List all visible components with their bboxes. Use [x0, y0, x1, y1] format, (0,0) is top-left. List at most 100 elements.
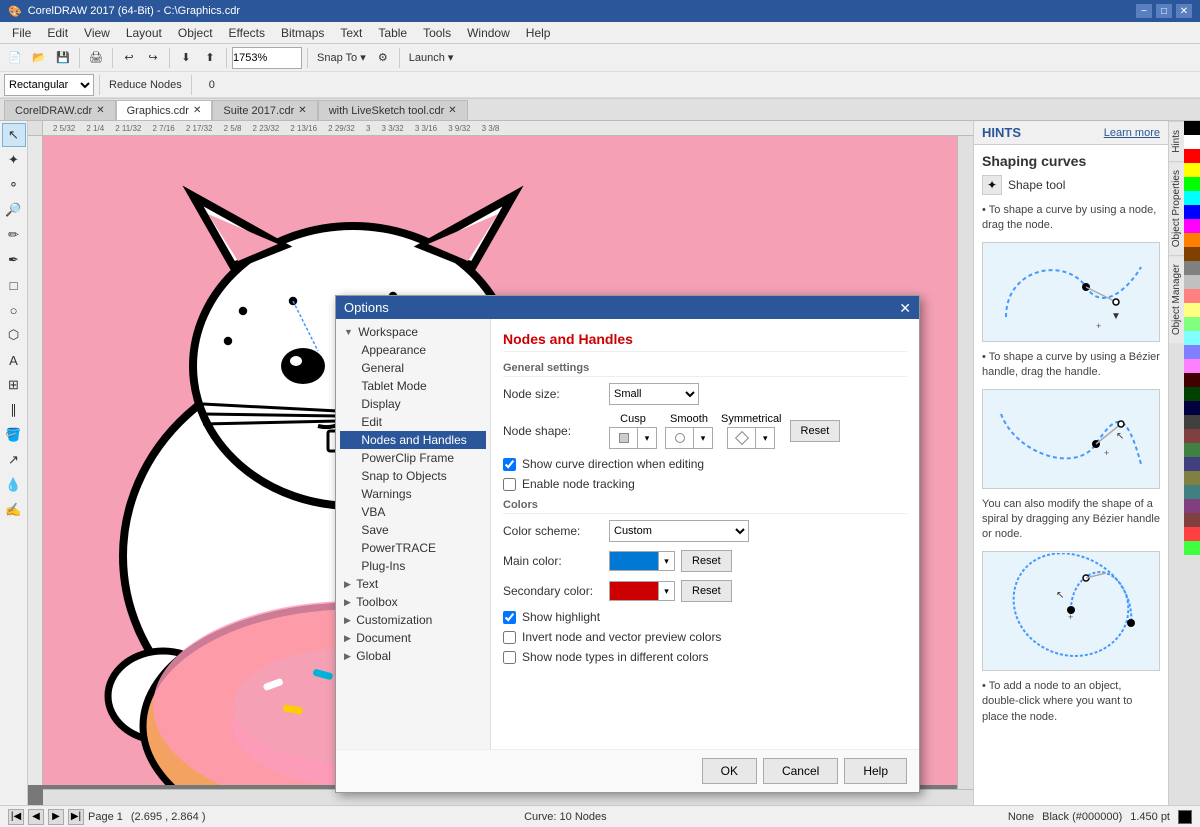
- tree-arrow: ▶: [344, 615, 351, 626]
- show-highlight-row: Show highlight: [503, 610, 907, 624]
- cusp-group: Cusp ▾: [609, 413, 657, 449]
- tree-item-global[interactable]: ▶ Global: [340, 647, 486, 665]
- dialog-body: ▼ Workspace Appearance General Tablet Mo…: [336, 319, 919, 749]
- cusp-shape-select[interactable]: ▾: [609, 427, 657, 449]
- color-scheme-select[interactable]: Custom Default High Contrast: [609, 520, 749, 542]
- symmetrical-shape-select[interactable]: ▾: [727, 427, 775, 449]
- show-curve-direction-label[interactable]: Show curve direction when editing: [522, 457, 704, 471]
- first-page-btn[interactable]: |◀: [8, 809, 24, 825]
- main-color-row: Main color: ▾ Reset: [503, 550, 907, 572]
- ok-button[interactable]: OK: [702, 758, 757, 784]
- main-color-swatch[interactable]: [609, 551, 659, 571]
- tree-item-plug-ins[interactable]: Plug-Ins: [340, 557, 486, 575]
- show-node-types-label[interactable]: Show node types in different colors: [522, 650, 709, 664]
- content-title: Nodes and Handles: [503, 331, 907, 352]
- status-curve-info: Curve: 10 Nodes: [524, 811, 607, 823]
- dialog-close-button[interactable]: ✕: [899, 301, 911, 315]
- show-curve-direction-checkbox[interactable]: [503, 458, 516, 471]
- main-color-dropdown[interactable]: ▾: [659, 551, 675, 571]
- options-dialog: Options ✕ ▼ Workspace Appearance General…: [335, 295, 920, 793]
- status-coords: (2.695 , 2.864 ): [131, 811, 516, 823]
- node-size-label: Node size:: [503, 387, 603, 401]
- tree-item-toolbox[interactable]: ▶ Toolbox: [340, 593, 486, 611]
- cusp-dropdown[interactable]: ▾: [638, 428, 656, 448]
- tree-item-powertrace[interactable]: PowerTRACE: [340, 539, 486, 557]
- tree-panel: ▼ Workspace Appearance General Tablet Mo…: [336, 319, 491, 749]
- status-outline: Black (#000000): [1042, 811, 1122, 823]
- tree-item-appearance[interactable]: Appearance: [340, 341, 486, 359]
- node-size-select[interactable]: Small Medium Large: [609, 383, 699, 405]
- page-label: Page 1: [88, 811, 123, 823]
- dialog-title-bar: Options ✕: [336, 296, 919, 319]
- tree-item-general[interactable]: General: [340, 359, 486, 377]
- main-color-reset-button[interactable]: Reset: [681, 550, 732, 572]
- tree-item-tablet-mode[interactable]: Tablet Mode: [340, 377, 486, 395]
- tree-item-snap-to-objects[interactable]: Snap to Objects: [340, 467, 486, 485]
- tree-item-customization[interactable]: ▶ Customization: [340, 611, 486, 629]
- node-size-row: Node size: Small Medium Large: [503, 383, 907, 405]
- show-node-types-row: Show node types in different colors: [503, 650, 907, 664]
- symmetrical-group: Symmetrical ▾: [721, 413, 782, 449]
- show-curve-direction-row: Show curve direction when editing: [503, 457, 907, 471]
- cusp-shape-box: [610, 428, 638, 448]
- symmetrical-label: Symmetrical: [721, 413, 782, 425]
- enable-node-tracking-row: Enable node tracking: [503, 477, 907, 491]
- tree-item-nodes-and-handles[interactable]: Nodes and Handles: [340, 431, 486, 449]
- symmetrical-dropdown[interactable]: ▾: [756, 428, 774, 448]
- content-panel: Nodes and Handles General settings Node …: [491, 319, 919, 749]
- page-navigation: |◀ ◀ ▶ ▶| Page 1: [8, 809, 123, 825]
- smooth-dropdown[interactable]: ▾: [694, 428, 712, 448]
- dialog-overlay: Options ✕ ▼ Workspace Appearance General…: [0, 0, 1200, 800]
- tree-item-warnings[interactable]: Warnings: [340, 485, 486, 503]
- cancel-button[interactable]: Cancel: [763, 758, 838, 784]
- secondary-color-dropdown[interactable]: ▾: [659, 581, 675, 601]
- secondary-color-row: Secondary color: ▾ Reset: [503, 580, 907, 602]
- last-page-btn[interactable]: ▶|: [68, 809, 84, 825]
- smooth-shape-select[interactable]: ▾: [665, 427, 713, 449]
- next-page-btn[interactable]: ▶: [48, 809, 64, 825]
- node-shape-row: Node shape: Cusp ▾ Smoo: [503, 413, 907, 449]
- main-color-label: Main color:: [503, 554, 603, 568]
- tree-arrow: ▶: [344, 633, 351, 644]
- tree-arrow: ▶: [344, 579, 351, 590]
- color-scheme-row: Color scheme: Custom Default High Contra…: [503, 520, 907, 542]
- prev-page-btn[interactable]: ◀: [28, 809, 44, 825]
- enable-node-tracking-label[interactable]: Enable node tracking: [522, 477, 635, 491]
- tree-item-workspace[interactable]: ▼ Workspace: [340, 323, 486, 341]
- colors-label: Colors: [503, 499, 907, 514]
- smooth-group: Smooth ▾: [665, 413, 713, 449]
- reset-shape-button[interactable]: Reset: [790, 420, 841, 442]
- tree-item-display[interactable]: Display: [340, 395, 486, 413]
- tree-arrow: ▶: [344, 597, 351, 608]
- status-outline-size: 1.450 pt: [1130, 811, 1170, 823]
- help-button[interactable]: Help: [844, 758, 907, 784]
- invert-node-colors-label[interactable]: Invert node and vector preview colors: [522, 630, 721, 644]
- tree-item-vba[interactable]: VBA: [340, 503, 486, 521]
- tree-item-edit[interactable]: Edit: [340, 413, 486, 431]
- dialog-footer: OK Cancel Help: [336, 749, 919, 792]
- tree-item-save[interactable]: Save: [340, 521, 486, 539]
- show-highlight-label[interactable]: Show highlight: [522, 610, 600, 624]
- node-shape-options: Cusp ▾ Smooth: [609, 413, 840, 449]
- secondary-color-swatch[interactable]: [609, 581, 659, 601]
- smooth-shape-box: [666, 428, 694, 448]
- main-color-swatch-group: ▾: [609, 551, 675, 571]
- cusp-label: Cusp: [620, 413, 646, 425]
- enable-node-tracking-checkbox[interactable]: [503, 478, 516, 491]
- secondary-color-reset-button[interactable]: Reset: [681, 580, 732, 602]
- tree-arrow: ▼: [344, 327, 353, 337]
- dialog-title: Options: [344, 300, 389, 315]
- general-settings-label: General settings: [503, 362, 907, 377]
- status-fill: None: [1008, 811, 1034, 823]
- color-swatch-black: [1178, 810, 1192, 824]
- tree-item-document[interactable]: ▶ Document: [340, 629, 486, 647]
- tree-arrow: ▶: [344, 651, 351, 662]
- invert-node-colors-checkbox[interactable]: [503, 631, 516, 644]
- status-bar: |◀ ◀ ▶ ▶| Page 1 (2.695 , 2.864 ) Curve:…: [0, 805, 1200, 827]
- tree-item-powerclip-frame[interactable]: PowerClip Frame: [340, 449, 486, 467]
- node-shape-label: Node shape:: [503, 424, 603, 438]
- tree-item-text[interactable]: ▶ Text: [340, 575, 486, 593]
- show-node-types-checkbox[interactable]: [503, 651, 516, 664]
- show-highlight-checkbox[interactable]: [503, 611, 516, 624]
- symmetrical-shape-box: [728, 428, 756, 448]
